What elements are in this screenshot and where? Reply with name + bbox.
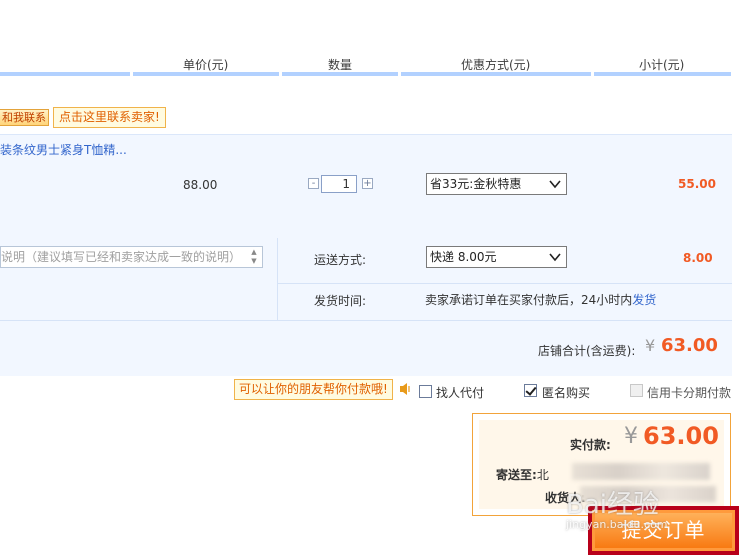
installment-checkbox[interactable] xyxy=(630,384,643,397)
header-underline xyxy=(594,72,731,76)
quantity-decrease-button[interactable]: - xyxy=(308,178,319,189)
actual-pay-currency: ¥ xyxy=(624,424,638,449)
ship-to: 寄送至:北 xyxy=(496,466,549,483)
buyer-memo-placeholder: 说明（建议填写已经和卖家达成一致的说明） xyxy=(1,250,242,264)
ship-promise: 卖家承诺订单在买家付款后，24小时内发货 xyxy=(425,291,656,308)
actual-pay-label: 实付款: xyxy=(570,438,611,452)
buyer-memo-textarea[interactable]: 说明（建议填写已经和卖家达成一致的说明） ▲ ▼ xyxy=(0,246,263,268)
shipping-method-label: 运送方式: xyxy=(314,253,367,267)
shipping-method-select[interactable]: 快递 8.00元 xyxy=(426,246,567,268)
proxy-pay-checkbox[interactable] xyxy=(419,385,432,398)
installment-label[interactable]: 信用卡分期付款 xyxy=(647,384,731,401)
header-unit-price: 单价(元) xyxy=(183,58,229,72)
contact-seller-tip[interactable]: 点击这里联系卖家! xyxy=(53,107,166,128)
friend-pay-tip: 可以让你的朋友帮你付款哦! xyxy=(234,379,393,400)
contact-seller-button[interactable]: 和我联系 xyxy=(0,109,49,126)
shipping-fee: 8.00 xyxy=(683,251,713,265)
discount-select-value: 省33元:金秋特惠 xyxy=(430,177,522,191)
discount-select[interactable]: 省33元:金秋特惠 xyxy=(426,173,567,195)
ship-promise-text: 卖家承诺订单在买家付款后，24小时内 xyxy=(425,293,633,307)
shop-total-currency: ¥ xyxy=(645,336,656,355)
header-underline xyxy=(0,72,130,76)
chevron-down-icon xyxy=(549,253,561,262)
header-discount: 优惠方式(元) xyxy=(461,58,531,72)
watermark-brand: Bai经验 xyxy=(566,490,659,520)
ship-time-label: 发货时间: xyxy=(314,294,367,308)
shipping-method-value: 快递 8.00元 xyxy=(430,250,497,264)
header-underline xyxy=(282,72,398,76)
watermark-url: jingyan.baidu.com xyxy=(566,518,668,531)
item-unit-price: 88.00 xyxy=(183,178,218,192)
anonymous-purchase-label[interactable]: 匿名购买 xyxy=(542,384,590,401)
speaker-icon xyxy=(400,383,410,395)
shop-total-value: 63.00 xyxy=(661,335,718,356)
actual-pay-value: 63.00 xyxy=(643,422,719,450)
quantity-input[interactable]: 1 xyxy=(321,175,357,193)
divider xyxy=(277,238,278,320)
ship-to-label: 寄送至: xyxy=(496,468,537,482)
header-subtotal: 小计(元) xyxy=(639,58,685,72)
divider xyxy=(277,283,732,284)
divider xyxy=(0,320,732,321)
header-underline xyxy=(401,72,591,76)
item-subtotal: 55.00 xyxy=(678,177,716,191)
shop-total-label: 店铺合计(含运费): xyxy=(538,344,636,358)
item-title-link[interactable]: 装条纹男士紧身T恤精... xyxy=(0,141,127,158)
header-quantity: 数量 xyxy=(328,58,353,72)
redacted-address xyxy=(572,463,710,480)
header-underline xyxy=(133,72,279,76)
chevron-down-icon xyxy=(549,180,561,189)
quantity-increase-button[interactable]: + xyxy=(362,178,373,189)
anonymous-purchase-checkbox[interactable] xyxy=(524,384,537,397)
ship-to-value: 北 xyxy=(536,468,549,482)
proxy-pay-label[interactable]: 找人代付 xyxy=(436,384,484,401)
scroll-arrows-icon[interactable]: ▲ ▼ xyxy=(248,248,260,266)
ship-promise-link[interactable]: 发货 xyxy=(632,293,656,307)
